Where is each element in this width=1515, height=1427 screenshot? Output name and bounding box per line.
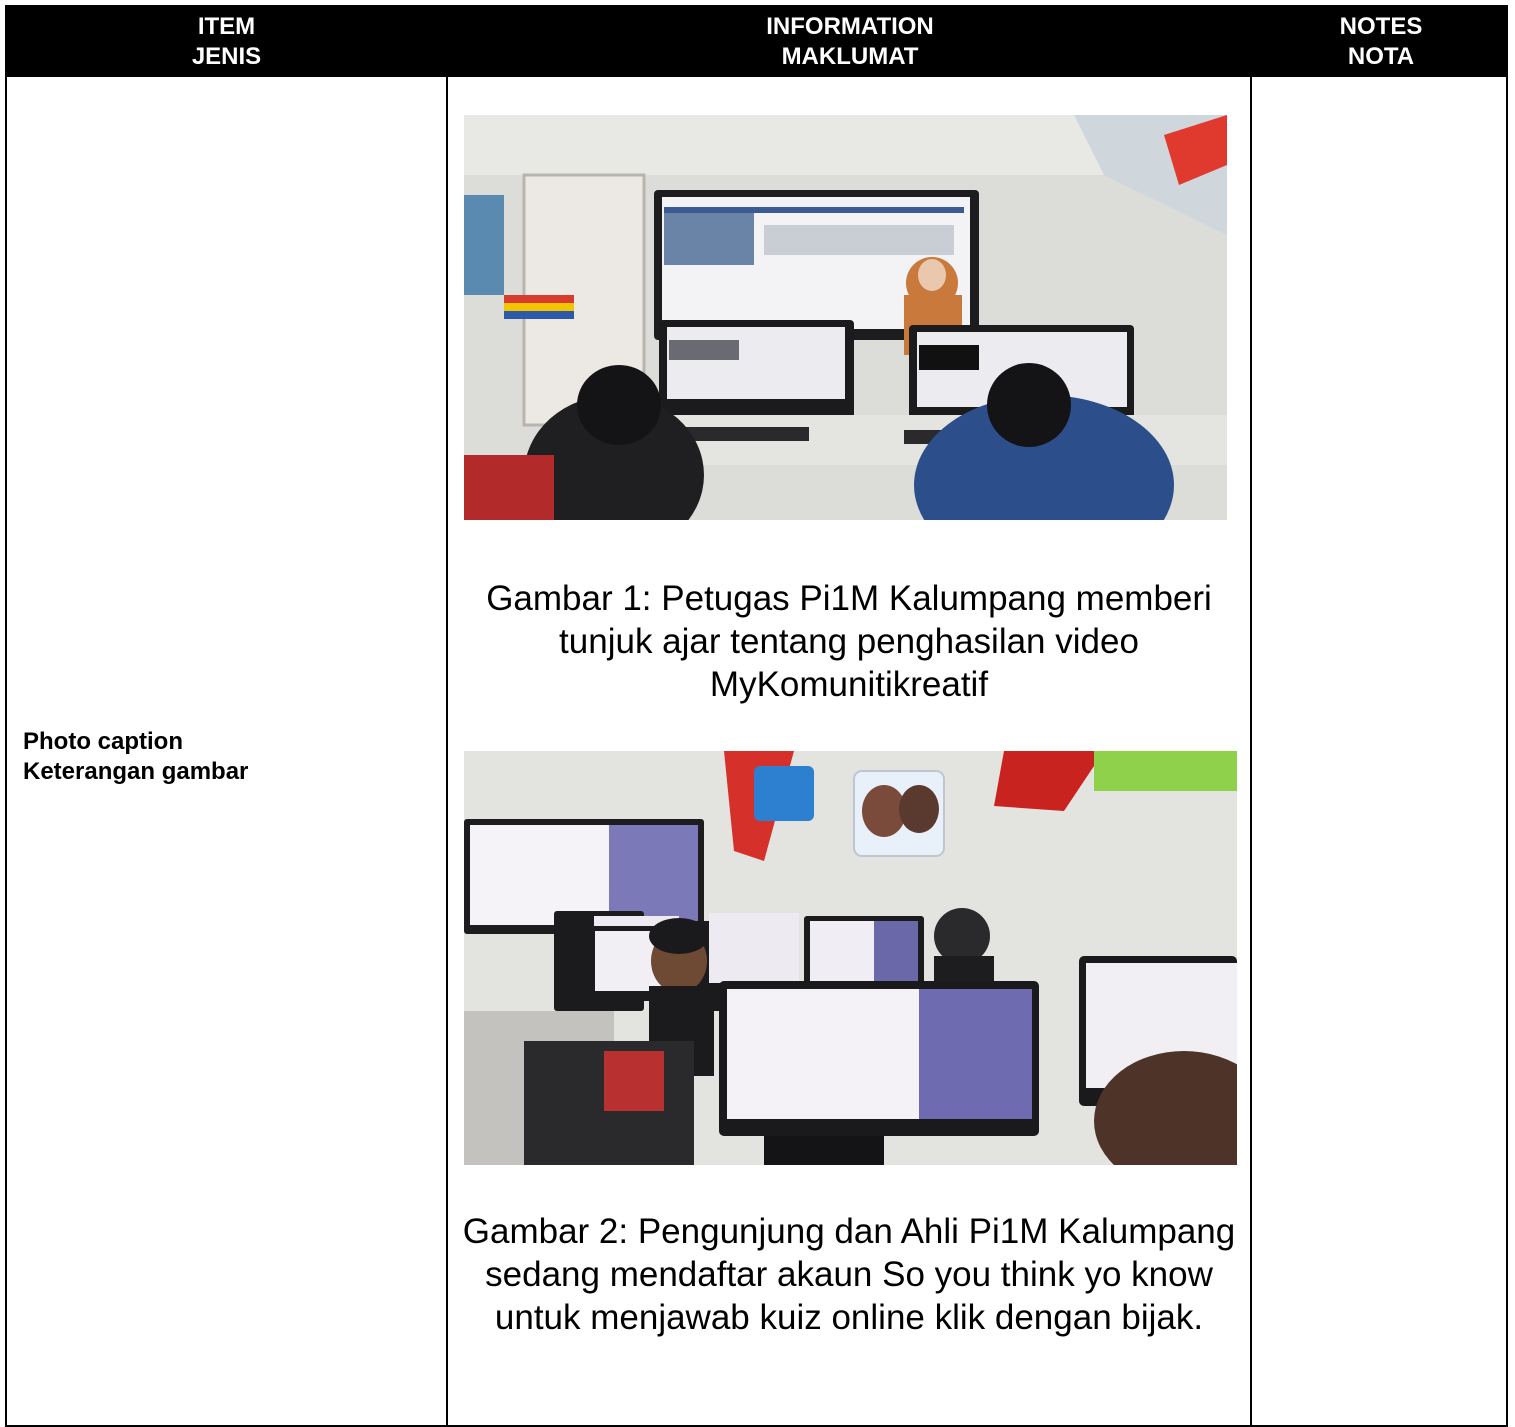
photo-2-caption: Gambar 2: Pengunjung dan Ahli Pi1M Kalum… [462,1212,1236,1337]
header-information-en: INFORMATION [766,13,934,40]
header-information-ms: MAKLUMAT [781,43,919,70]
item-label-en: Photo caption [23,728,183,755]
document-table: ITEM JENIS INFORMATION MAKLUMAT NOTES NO… [5,5,1508,1427]
header-notes-ms: NOTA [1347,43,1415,70]
table-header-row: ITEM JENIS INFORMATION MAKLUMAT NOTES NO… [7,7,1506,77]
column-divider-2 [1250,7,1252,1425]
photo-1-image [464,115,1227,520]
header-notes-cell: NOTES NOTA [1254,7,1508,77]
header-information-cell: INFORMATION MAKLUMAT [448,7,1252,77]
photo-1-caption: Gambar 1: Petugas Pi1M Kalumpang memberi… [486,579,1212,704]
item-label-ms: Keterangan gambar [23,758,249,785]
item-cell-label: Photo caption Keterangan gambar [23,727,248,787]
header-notes-en: NOTES [1339,13,1423,40]
header-item-cell: ITEM JENIS [7,7,446,77]
header-item-ms: JENIS [191,43,262,70]
photo-2-image [464,751,1237,1165]
header-item-en: ITEM [197,13,256,40]
